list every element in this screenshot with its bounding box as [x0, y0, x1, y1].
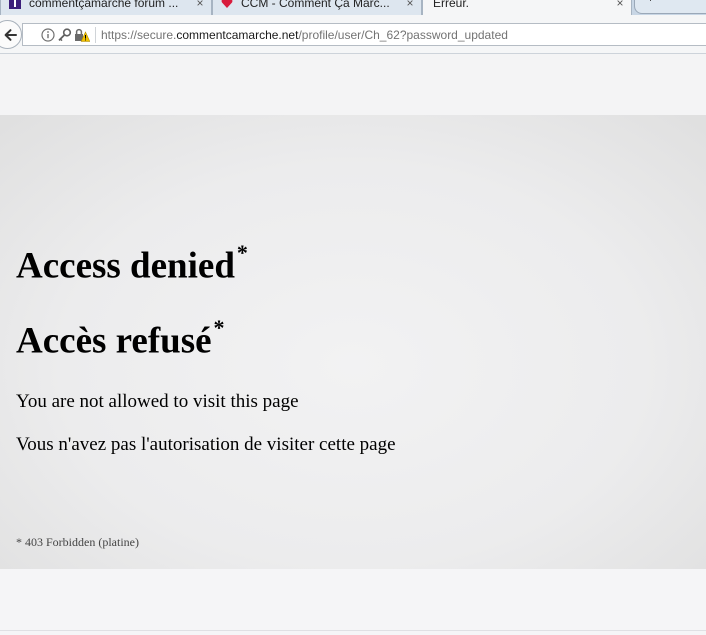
url-path: /profile/user/Ch_62?password_updated — [298, 27, 508, 42]
ccm-forum-icon — [9, 0, 21, 9]
page-bottom-strip — [0, 569, 706, 635]
url-bar[interactable]: https://secure.commentcamarche.net/profi… — [22, 23, 706, 46]
key-icon[interactable] — [57, 27, 72, 42]
new-tab-label: + — [647, 0, 654, 5]
bottom-divider — [0, 630, 706, 631]
tab-forum[interactable]: commentçamarche forum ... × — [0, 0, 212, 15]
page-top-strip — [0, 55, 706, 115]
navigation-bar: https://secure.commentcamarche.net/profi… — [0, 15, 706, 54]
heading-acces-refuse-text: Accès refusé — [16, 320, 212, 362]
new-tab-button[interactable]: + — [634, 0, 706, 14]
url-host: commentcamarche.net — [176, 27, 299, 42]
back-arrow-icon — [3, 28, 17, 42]
tab-forum-close-icon[interactable]: × — [193, 0, 207, 10]
info-icon[interactable] — [41, 27, 55, 42]
tab-ccm-close-icon[interactable]: × — [403, 0, 417, 10]
tab-erreur-close-icon[interactable]: × — [613, 0, 627, 10]
tab-forum-label: commentçamarche forum ... — [29, 0, 179, 10]
tab-strip: commentçamarche forum ... × CCM - Commen… — [0, 0, 706, 15]
tab-erreur-label: Erreur. — [433, 0, 470, 10]
heading-access-denied-asterisk: * — [236, 240, 248, 265]
back-button[interactable] — [0, 20, 22, 49]
url-security-icons — [29, 24, 90, 45]
ccm-heart-icon — [221, 0, 233, 9]
error-panel: Access denied* Accès refusé* You are not… — [0, 115, 706, 569]
message-english: You are not allowed to visit this page — [16, 391, 299, 412]
tab-erreur[interactable]: Erreur. × — [422, 0, 632, 15]
heading-access-denied: Access denied* — [16, 242, 248, 287]
lock-warning-icon[interactable] — [74, 28, 90, 42]
url-scheme: https://secure. — [101, 27, 177, 42]
error-footnote: * 403 Forbidden (platine) — [16, 535, 139, 549]
heading-acces-refuse: Accès refusé* — [16, 317, 225, 362]
heading-acces-refuse-asterisk: * — [213, 315, 225, 340]
tab-ccm[interactable]: CCM - Comment Ça Marc... × — [212, 0, 422, 15]
message-french: Vous n'avez pas l'autorisation de visite… — [16, 434, 396, 455]
tab-ccm-label: CCM - Comment Ça Marc... — [241, 0, 390, 10]
url-text[interactable]: https://secure.commentcamarche.net/profi… — [101, 28, 508, 42]
url-separator — [95, 26, 96, 43]
heading-access-denied-text: Access denied — [16, 245, 235, 287]
